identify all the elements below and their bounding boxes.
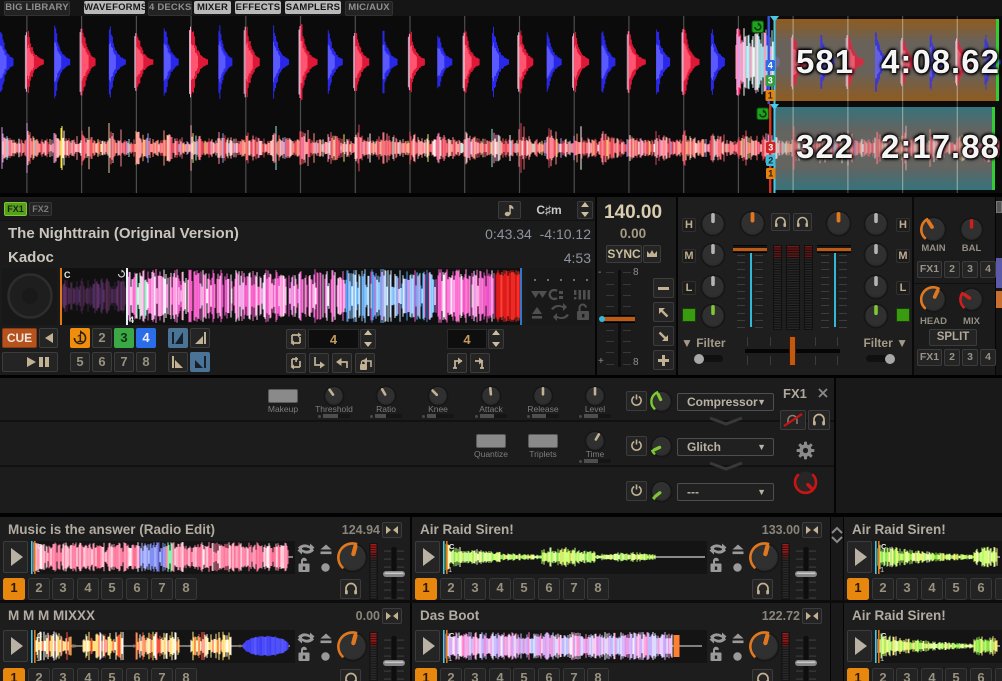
svg-text:C: C	[881, 631, 887, 640]
svg-text:1: 1	[448, 654, 452, 663]
svg-text:1: 1	[768, 169, 773, 179]
svg-text:C: C	[64, 270, 71, 280]
svg-text:3: 3	[768, 76, 773, 86]
svg-text:1: 1	[768, 91, 773, 101]
svg-text:2: 2	[768, 156, 773, 166]
svg-text:C: C	[37, 542, 43, 551]
svg-text:3: 3	[768, 143, 773, 153]
svg-text:C: C	[449, 542, 455, 551]
svg-text:4: 4	[768, 61, 773, 71]
svg-text:4: 4	[129, 315, 134, 325]
svg-text:C: C	[449, 631, 455, 640]
svg-text:1: 1	[880, 565, 884, 574]
svg-text:1: 1	[880, 654, 884, 663]
svg-text:C: C	[881, 542, 887, 551]
svg-text:1: 1	[448, 565, 452, 574]
svg-text:1: 1	[36, 654, 40, 663]
svg-text:C: C	[37, 631, 43, 640]
svg-text:1: 1	[36, 565, 40, 574]
svg-text:1: 1	[77, 333, 83, 345]
